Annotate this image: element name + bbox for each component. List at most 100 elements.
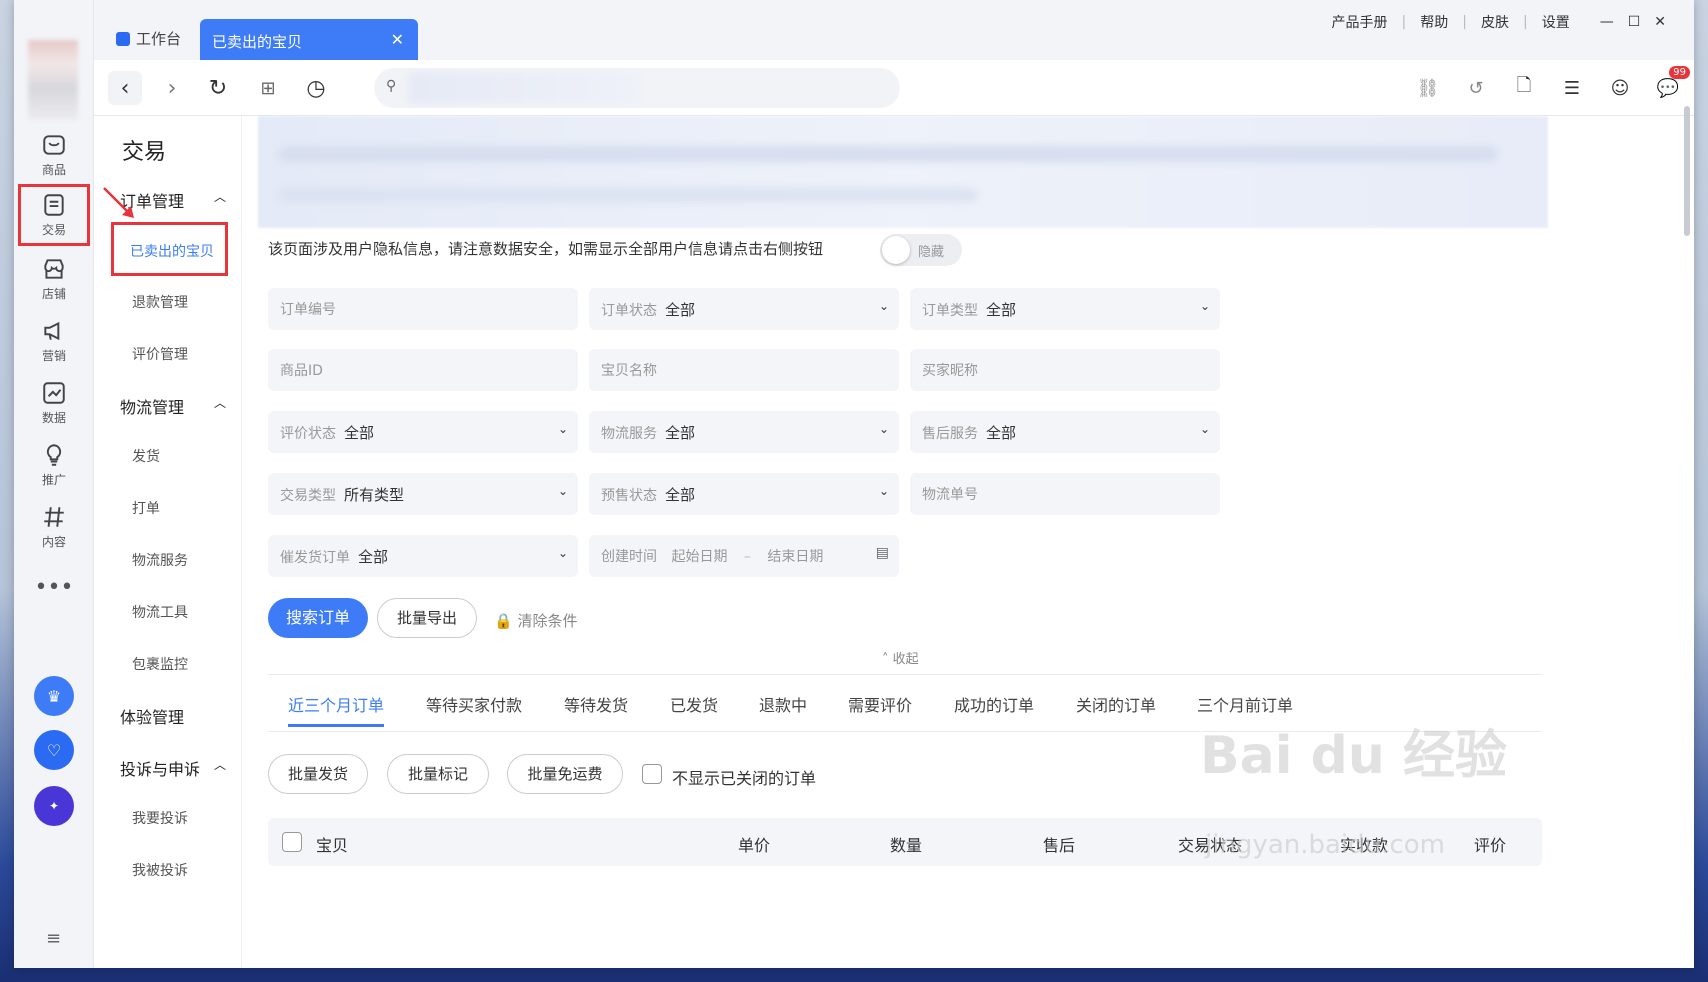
- history-icon[interactable]: ◷: [302, 74, 330, 102]
- help-link[interactable]: 帮助: [1420, 12, 1448, 32]
- logistics-service-select[interactable]: 物流服务 全部 ⌄: [589, 411, 899, 453]
- search-orders-button[interactable]: 搜索订单: [268, 598, 368, 638]
- menu-item-review[interactable]: 评价管理: [132, 344, 188, 364]
- clear-label: 清除条件: [517, 612, 578, 630]
- menu-group-logistics[interactable]: 物流管理 ︿: [120, 394, 230, 418]
- notice-banner: [258, 116, 1548, 228]
- urge-shipping-select[interactable]: 催发货订单 全部 ⌄: [268, 535, 578, 577]
- nav-data[interactable]: 数据: [18, 372, 90, 434]
- chevron-down-icon: ⌄: [878, 299, 889, 313]
- tab-refunding[interactable]: 退款中: [759, 692, 807, 716]
- heart-icon[interactable]: ♡: [34, 730, 74, 770]
- start-date[interactable]: 起始日期: [671, 549, 727, 565]
- menu-item-sold[interactable]: 已卖出的宝贝: [111, 222, 228, 276]
- buyer-nick-input[interactable]: 买家昵称: [910, 349, 1220, 391]
- batch-mark-button[interactable]: 批量标记: [387, 754, 489, 794]
- field-value: 全部: [986, 301, 1017, 319]
- item-name-input[interactable]: 宝贝名称: [589, 349, 899, 391]
- trade-type-select[interactable]: 交易类型 所有类型 ⌄: [268, 473, 578, 515]
- aftersale-select[interactable]: 售后服务 全部 ⌄: [910, 411, 1220, 453]
- nav-label: 数据: [41, 411, 66, 425]
- batch-export-button[interactable]: 批量导出: [377, 598, 477, 638]
- nav-trade[interactable]: 交易: [18, 184, 90, 246]
- assistant-icon[interactable]: ✦: [34, 786, 74, 826]
- review-status-select[interactable]: 评价状态 全部 ⌄: [268, 411, 578, 453]
- nav-marketing[interactable]: 营销: [18, 310, 90, 372]
- tab-recent-three-months[interactable]: 近三个月订单: [288, 692, 385, 727]
- nav-goods[interactable]: 商品: [18, 124, 90, 186]
- close-icon[interactable]: ✕: [391, 30, 404, 49]
- field-label: 创建时间: [601, 549, 657, 565]
- link-icon[interactable]: ⛓: [1414, 74, 1442, 102]
- order-status-select[interactable]: 订单状态 全部 ⌄: [589, 288, 899, 330]
- presale-select[interactable]: 预售状态 全部 ⌄: [589, 473, 899, 515]
- menu-item-print[interactable]: 打单: [132, 498, 160, 518]
- menu-item-parcel-monitor[interactable]: 包裹监控: [132, 654, 188, 674]
- order-number-input[interactable]: 订单编号: [268, 288, 578, 330]
- product-id-input[interactable]: 商品ID: [268, 349, 578, 391]
- tracking-number-input[interactable]: 物流单号: [910, 473, 1220, 515]
- tab-awaiting-shipment[interactable]: 等待发货: [564, 692, 628, 716]
- menu-item-logistics-tools[interactable]: 物流工具: [132, 602, 188, 622]
- tab-successful[interactable]: 成功的订单: [954, 692, 1034, 716]
- manual-link[interactable]: 产品手册: [1332, 12, 1388, 32]
- new-page-icon[interactable]: ⊞: [254, 74, 282, 102]
- nav-promotion[interactable]: 推广: [18, 434, 90, 496]
- field-value: 全部: [665, 424, 696, 442]
- chevron-up-icon: ︿: [213, 758, 226, 772]
- maximize-icon[interactable]: ☐: [1628, 14, 1641, 30]
- tab-needs-review[interactable]: 需要评价: [848, 692, 912, 716]
- search-icon: ⚲: [386, 78, 397, 94]
- hide-closed-checkbox[interactable]: [642, 764, 662, 784]
- tab-closed[interactable]: 关闭的订单: [1076, 692, 1156, 716]
- message-icon[interactable]: 💬 99: [1654, 66, 1690, 102]
- clear-conditions-button[interactable]: 🔒 清除条件: [494, 610, 577, 631]
- calendar-icon[interactable]: ▤: [876, 545, 889, 561]
- select-all-checkbox[interactable]: [282, 832, 302, 852]
- scrollbar[interactable]: [1684, 106, 1690, 236]
- collapse-toggle[interactable]: ˄ 收起: [882, 648, 919, 667]
- settings-link[interactable]: 设置: [1542, 12, 1570, 32]
- field-label: 预售状态: [601, 488, 657, 504]
- forward-icon[interactable]: ›: [158, 74, 186, 102]
- window-close-icon[interactable]: ✕: [1654, 14, 1666, 30]
- sync-icon[interactable]: ↺: [1462, 74, 1490, 102]
- crown-icon[interactable]: ♛: [34, 676, 74, 716]
- nav-label: 交易: [41, 223, 66, 237]
- tab-shipped[interactable]: 已发货: [670, 692, 718, 716]
- menu-group-experience[interactable]: 体验管理: [120, 704, 230, 728]
- menu-icon[interactable]: ≡: [46, 928, 61, 949]
- refresh-icon[interactable]: ↻: [204, 74, 232, 102]
- column-aftersale: 售后: [1043, 836, 1076, 855]
- batch-free-shipping-button[interactable]: 批量免运费: [507, 754, 623, 794]
- tab-workbench[interactable]: 工作台: [116, 28, 181, 49]
- left-nav-bar: 商品 交易 店铺 营销 数据 推广 内容 ••• ♛ ♡ ✦ ≡: [14, 0, 94, 968]
- tab-older[interactable]: 三个月前订单: [1197, 692, 1293, 716]
- collapse-label: 收起: [892, 652, 919, 667]
- document-icon[interactable]: ☰: [1558, 74, 1586, 102]
- privacy-toggle[interactable]: 隐藏: [880, 234, 962, 266]
- batch-ship-button[interactable]: 批量发货: [268, 754, 368, 794]
- minimize-icon[interactable]: —: [1600, 14, 1614, 30]
- tab-awaiting-payment[interactable]: 等待买家付款: [426, 692, 522, 716]
- nav-content[interactable]: 内容: [18, 496, 90, 558]
- menu-item-received-complaint[interactable]: 我被投诉: [132, 860, 188, 880]
- address-search-bar[interactable]: ⚲: [374, 68, 900, 108]
- menu-item-refund[interactable]: 退款管理: [132, 292, 188, 312]
- nav-store[interactable]: 店铺: [18, 248, 90, 310]
- order-type-select[interactable]: 订单类型 全部 ⌄: [910, 288, 1220, 330]
- end-date[interactable]: 结束日期: [767, 549, 823, 565]
- more-icon[interactable]: •••: [18, 556, 90, 618]
- menu-group-complaint[interactable]: 投诉与申诉 ︿: [120, 756, 230, 780]
- tab-sold-items[interactable]: 已卖出的宝贝 ✕: [200, 19, 418, 61]
- created-date-range[interactable]: 创建时间 起始日期 – 结束日期 ▤: [589, 535, 899, 577]
- menu-item-logistics-service[interactable]: 物流服务: [132, 550, 188, 570]
- smile-icon[interactable]: ☺: [1606, 74, 1634, 102]
- field-label: 订单状态: [601, 303, 657, 319]
- back-icon[interactable]: ‹: [108, 71, 142, 105]
- skin-link[interactable]: 皮肤: [1481, 12, 1509, 32]
- menu-item-ship[interactable]: 发货: [132, 446, 160, 466]
- avatar[interactable]: [28, 40, 78, 120]
- file-icon[interactable]: 🗋: [1510, 74, 1538, 102]
- menu-item-file-complaint[interactable]: 我要投诉: [132, 808, 188, 828]
